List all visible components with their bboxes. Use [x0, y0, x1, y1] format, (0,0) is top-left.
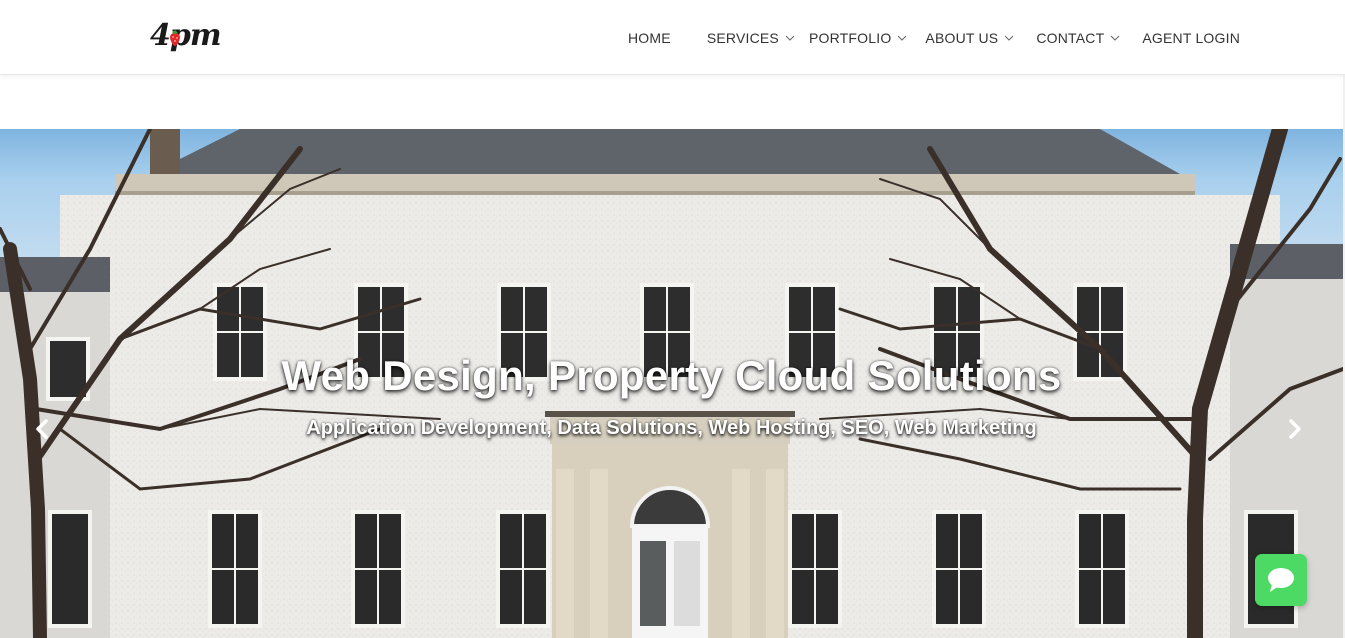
hero-subtitle: Application Development, Data Solutions,…: [306, 417, 1037, 439]
chat-widget-button[interactable]: [1255, 554, 1307, 606]
nav-item-label: ABOUT US: [925, 29, 999, 46]
site-header: 4pm HOME SERVICES PORTFOLIO ABOUT US CON…: [0, 0, 1345, 75]
nav-item-home[interactable]: HOME: [628, 18, 671, 58]
hero-title: Web Design, Property Cloud Solutions: [281, 352, 1062, 399]
nav-item-portfolio[interactable]: PORTFOLIO: [809, 18, 907, 58]
chevron-left-icon: [36, 419, 48, 439]
logo-text: 4pm: [150, 18, 222, 53]
nav-item-label: CONTACT: [1036, 29, 1105, 46]
main-nav: HOME SERVICES PORTFOLIO ABOUT US CONTACT…: [612, 0, 1249, 75]
hero-slider: Web Design, Property Cloud Solutions App…: [0, 129, 1343, 638]
chevron-right-icon: [1289, 419, 1301, 439]
strawberry-icon: [170, 30, 180, 46]
chevron-down-icon: [898, 35, 907, 41]
nav-item-about-us[interactable]: ABOUT US: [925, 18, 1014, 58]
nav-item-label: PORTFOLIO: [808, 29, 892, 46]
nav-item-label: HOME: [628, 29, 671, 46]
slider-next-button[interactable]: [1282, 417, 1306, 441]
chat-bubble-icon: [1268, 568, 1294, 592]
chevron-down-icon: [1004, 35, 1014, 41]
nav-item-contact[interactable]: CONTACT: [1036, 18, 1120, 58]
nav-item-agent-login[interactable]: AGENT LOGIN: [1142, 18, 1240, 58]
chevron-down-icon: [1111, 35, 1120, 41]
logo[interactable]: 4pm: [150, 18, 230, 60]
chevron-down-icon: [785, 35, 795, 41]
nav-item-services[interactable]: SERVICES: [707, 18, 795, 58]
nav-item-label: SERVICES: [706, 29, 779, 46]
slider-prev-button[interactable]: [31, 417, 55, 441]
nav-item-label: AGENT LOGIN: [1142, 29, 1241, 46]
